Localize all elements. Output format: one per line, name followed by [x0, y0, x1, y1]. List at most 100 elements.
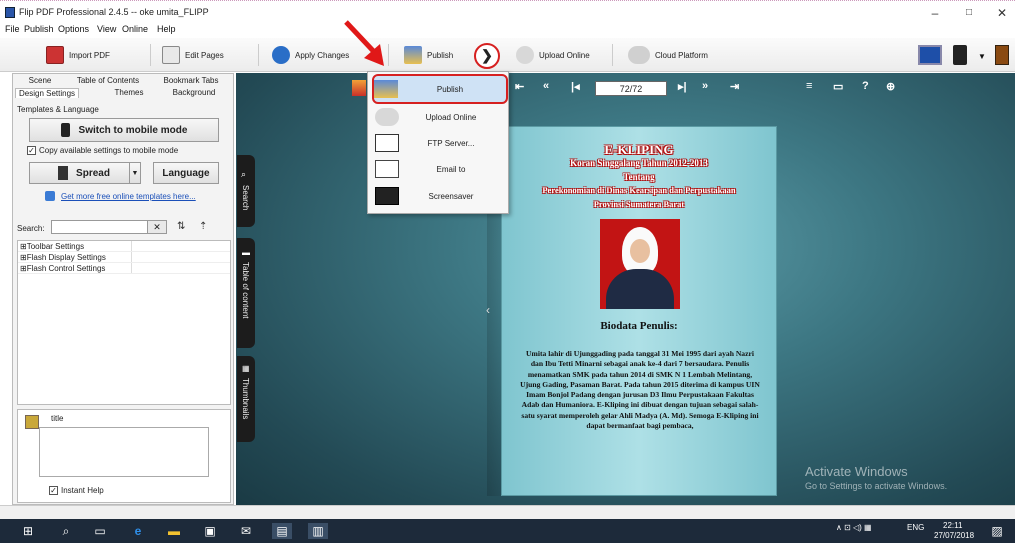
zoom-icon[interactable]: ⊕: [886, 80, 895, 93]
last-page-icon[interactable]: ⇥: [730, 80, 739, 93]
maximize-button[interactable]: □: [952, 4, 986, 22]
book-title: E-KLIPING: [604, 142, 674, 157]
forward-icon[interactable]: »: [702, 80, 708, 92]
expand-toolbar-button[interactable]: ❯: [474, 43, 500, 69]
page-number-input[interactable]: 72/72: [595, 81, 667, 96]
language-button[interactable]: Language: [153, 162, 219, 184]
store-icon[interactable]: ▣: [202, 523, 218, 539]
spread-label: Spread: [76, 167, 110, 179]
tab-themes[interactable]: Themes: [109, 88, 149, 97]
dropdown-label: Email to: [436, 164, 466, 174]
file-explorer-icon[interactable]: ▬: [166, 523, 182, 539]
menu-options[interactable]: Options: [58, 24, 89, 34]
dropdown-publish[interactable]: Publish: [372, 74, 508, 104]
templates-language-heading: Templates & Language: [17, 105, 99, 114]
watermark-line2: Go to Settings to activate Windows.: [805, 481, 948, 491]
dropdown-screensaver[interactable]: Screensaver: [375, 185, 505, 207]
clear-search-button[interactable]: ✕: [147, 220, 167, 234]
tab-bookmark-tabs[interactable]: Bookmark Tabs: [161, 76, 221, 85]
tree-row-flash-display[interactable]: ⊞Flash Display Settings: [18, 252, 230, 263]
first-page-icon[interactable]: ⇤: [515, 80, 524, 93]
flip-pdf-taskbar-icon[interactable]: ▥: [308, 523, 328, 539]
help-text-box[interactable]: [39, 427, 209, 477]
help-question-icon[interactable]: ?: [862, 80, 869, 92]
side-tab-thumbnails[interactable]: ▦ Thumbnails: [237, 356, 255, 442]
spread-dropdown[interactable]: ▼: [129, 162, 141, 184]
left-panel: Scene Table of Contents Bookmark Tabs De…: [12, 73, 234, 505]
toc-icon: ▬: [242, 248, 250, 257]
side-tab-label: Thumbnails: [241, 378, 250, 420]
tab-table-of-contents[interactable]: Table of Contents: [73, 76, 143, 85]
apply-changes-button[interactable]: Apply Changes: [272, 44, 349, 66]
menu-bar: File Publish Options View Online Help: [0, 22, 1015, 37]
dropdown-email-to[interactable]: Email to: [375, 158, 505, 180]
instant-help-checkbox[interactable]: ✓ Instant Help: [49, 486, 104, 495]
checkbox-icon: ✓: [27, 146, 36, 155]
spread-button[interactable]: Spread: [29, 162, 139, 184]
menu-publish[interactable]: Publish: [24, 24, 54, 34]
cloud-platform-button[interactable]: Cloud Platform: [628, 44, 708, 66]
dropdown-upload-online[interactable]: Upload Online: [375, 106, 505, 128]
task-view-icon[interactable]: ▭: [92, 523, 108, 539]
app-taskbar-icon-1[interactable]: ▤: [272, 523, 292, 539]
book-view-icon[interactable]: [995, 45, 1009, 65]
tree-row-flash-control[interactable]: ⊞Flash Control Settings: [18, 263, 230, 274]
search-prev-icon[interactable]: ⇅: [177, 221, 185, 232]
edit-pages-button[interactable]: Edit Pages: [162, 44, 224, 66]
window-title: Flip PDF Professional 2.4.5 -- oke umita…: [19, 7, 209, 17]
start-icon[interactable]: ⊞: [20, 523, 36, 539]
search-input[interactable]: [51, 220, 155, 234]
search-icon[interactable]: ⌕: [58, 523, 74, 539]
menu-online[interactable]: Online: [122, 24, 148, 34]
tab-row-1: Scene Table of Contents Bookmark Tabs: [13, 76, 235, 87]
import-pdf-button[interactable]: Import PDF: [46, 44, 110, 66]
windows-taskbar: ⊞ ⌕ ▭ e ▬ ▣ ✉ ▤ ▥ ∧ ⊡ ◁) ▦ ENG 22:11 27/…: [0, 519, 1015, 543]
next-page-icon[interactable]: ▸|: [678, 80, 687, 93]
tree-label: ⊞Toolbar Settings: [20, 241, 132, 251]
switch-mobile-button[interactable]: Switch to mobile mode: [29, 118, 219, 142]
side-tab-label: Table of content: [241, 262, 250, 319]
minimize-button[interactable]: –: [918, 4, 952, 22]
grid-icon: ▦: [242, 364, 250, 373]
publish-button[interactable]: Publish: [404, 44, 453, 66]
notification-icon[interactable]: ▨: [990, 523, 1004, 539]
tree-row-toolbar[interactable]: ⊞Toolbar Settings: [18, 241, 230, 252]
menu-view[interactable]: View: [97, 24, 116, 34]
side-tab-table-of-content[interactable]: ▬ Table of content: [237, 238, 255, 348]
desktop-view-icon[interactable]: [918, 45, 942, 65]
side-tab-search[interactable]: ⌕ Search: [237, 155, 255, 227]
tree-label: ⊞Flash Display Settings: [20, 252, 132, 262]
dropdown-arrow-icon[interactable]: ▼: [978, 52, 986, 61]
rewind-icon[interactable]: «: [543, 80, 549, 92]
more-templates-link[interactable]: Get more free online templates here...: [61, 192, 196, 201]
title-bar: Flip PDF Professional 2.4.5 -- oke umita…: [0, 4, 1015, 22]
toc-toolbar-icon[interactable]: ≡: [806, 80, 812, 92]
search-next-icon[interactable]: ⇡: [199, 221, 207, 232]
activate-windows-watermark: Activate Windows Go to Settings to activ…: [805, 464, 947, 491]
display-icon[interactable]: ▭: [833, 80, 843, 93]
spread-icon: [58, 166, 69, 180]
tab-design-settings[interactable]: Design Settings: [15, 88, 79, 98]
dropdown-ftp-server[interactable]: FTP Server...: [375, 132, 505, 154]
menu-file[interactable]: File: [5, 24, 20, 34]
menu-help[interactable]: Help: [157, 24, 176, 34]
tab-background[interactable]: Background: [169, 88, 219, 97]
mobile-view-icon[interactable]: [953, 45, 967, 65]
cloud-icon: [628, 46, 650, 64]
close-button[interactable]: ✕: [985, 4, 1015, 22]
toolbar-separator: [150, 44, 151, 66]
copy-settings-checkbox[interactable]: ✓ Copy available settings to mobile mode: [27, 146, 178, 155]
tray-language[interactable]: ENG: [907, 523, 924, 532]
upload-online-button[interactable]: Upload Online: [516, 44, 590, 66]
prev-page-arrow-icon[interactable]: ‹: [486, 303, 498, 319]
search-label: Search:: [17, 224, 45, 233]
tray-time[interactable]: 22:11: [943, 521, 962, 530]
edge-icon[interactable]: e: [130, 523, 146, 539]
tab-scene[interactable]: Scene: [25, 76, 55, 85]
tray-icons[interactable]: ∧ ⊡ ◁) ▦: [836, 523, 872, 532]
author-photo: [600, 219, 680, 309]
tray-date[interactable]: 27/07/2018: [934, 531, 974, 540]
edit-pages-label: Edit Pages: [185, 50, 224, 60]
mail-icon[interactable]: ✉: [238, 523, 254, 539]
prev-page-icon[interactable]: |◂: [571, 80, 580, 93]
